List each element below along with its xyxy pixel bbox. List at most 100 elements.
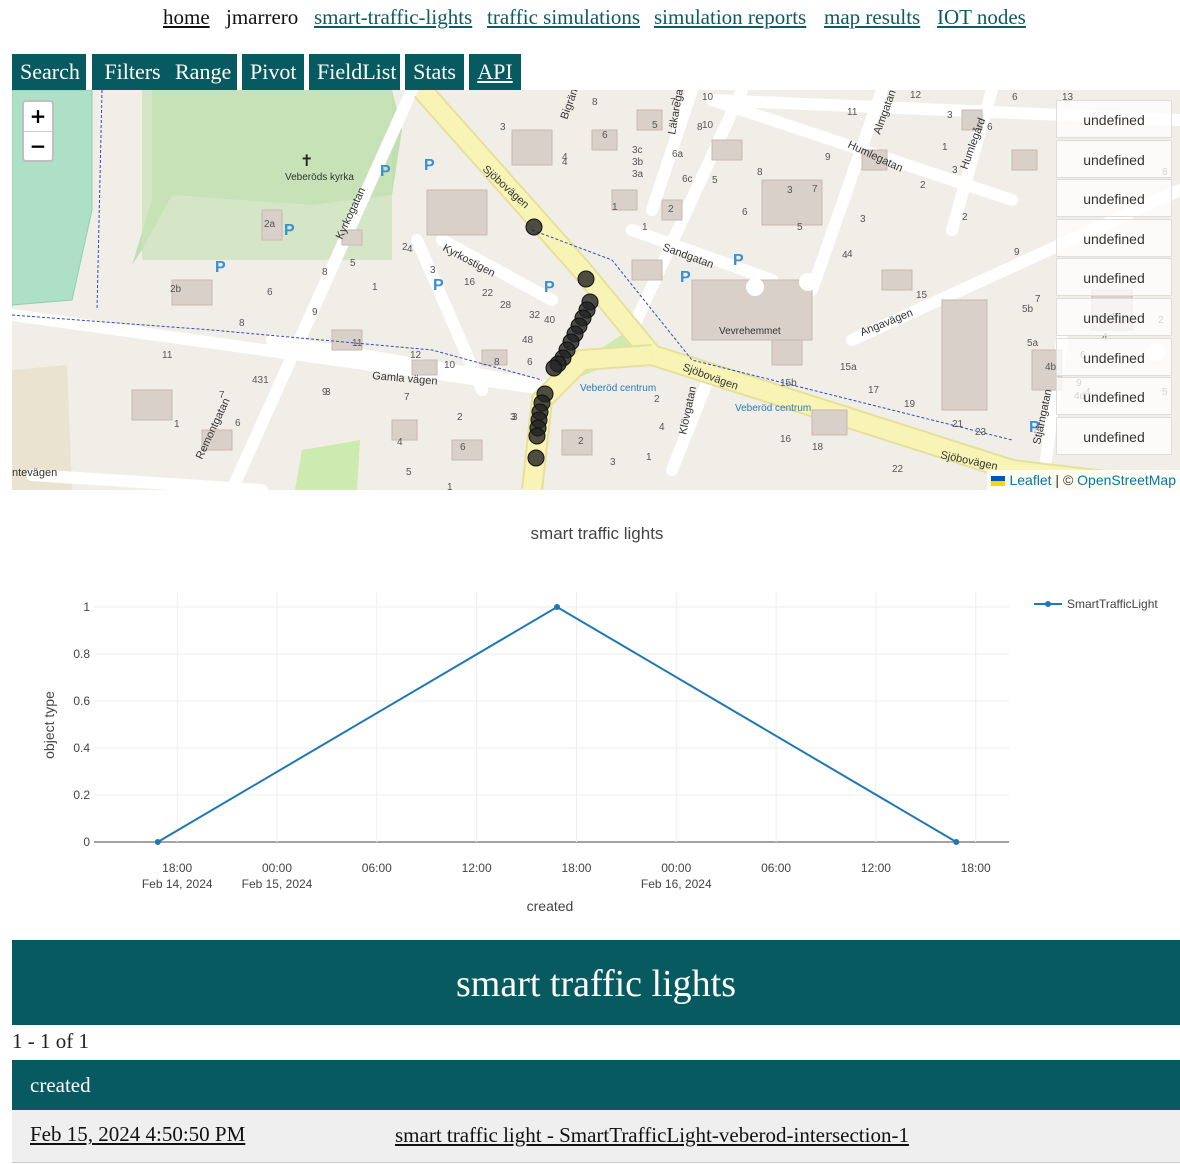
svg-text:P: P: [433, 277, 444, 294]
map-house-number: 5: [712, 175, 718, 186]
zoom-control: + −: [22, 100, 54, 162]
map-house-number: 3: [610, 457, 616, 468]
x-tick-date-label: Feb 14, 2024: [142, 877, 213, 891]
map-legend-item[interactable]: undefined: [1056, 100, 1172, 138]
table-header-created[interactable]: created: [12, 1060, 1180, 1110]
series-line: [157, 605, 957, 843]
map-house-number: 6: [602, 130, 608, 141]
map-house-number: 8: [494, 357, 500, 368]
svg-text:Vevrehemmet: Vevrehemmet: [719, 326, 781, 337]
map-house-number: 9: [1014, 247, 1020, 258]
map-legend-item[interactable]: undefined: [1056, 258, 1172, 297]
created-link[interactable]: Feb 15, 2024 4:50:50 PM: [30, 1122, 245, 1147]
nav-link-traffic-simulations[interactable]: traffic simulations: [487, 5, 640, 30]
map-house-number: 2a: [264, 219, 276, 230]
nav-link-map-results[interactable]: map results: [824, 5, 920, 30]
map-house-number: 7: [404, 392, 410, 403]
section-title: smart traffic lights: [12, 940, 1180, 1025]
svg-text:Angavägen: Angavägen: [859, 307, 915, 339]
y-tick-label: 0.2: [73, 788, 90, 802]
map-house-number: 2: [457, 412, 463, 423]
table-row: Feb 15, 2024 4:50:50 PM smart traffic li…: [12, 1110, 1180, 1163]
map-house-number: 4: [397, 437, 403, 448]
map-legend-item[interactable]: undefined: [1056, 139, 1172, 178]
x-tick-label: 12:00: [861, 861, 891, 875]
map-legend-item[interactable]: undefined: [1056, 179, 1172, 218]
svg-text:P: P: [424, 157, 435, 174]
svg-text:Veberöd centrum: Veberöd centrum: [735, 403, 811, 414]
map-house-number: 22: [482, 288, 494, 299]
pivot-button[interactable]: Pivot: [242, 54, 304, 90]
nav-link-iot-nodes[interactable]: IOT nodes: [937, 5, 1026, 30]
map-house-number: 5: [797, 222, 803, 233]
map-house-number: 16: [780, 434, 792, 445]
nav-user: jmarrero: [226, 5, 299, 29]
fieldlist-button[interactable]: FieldList: [309, 54, 400, 90]
map-house-number: 11: [352, 338, 363, 349]
search-button[interactable]: Search: [12, 54, 86, 90]
nav-link-simulation-reports[interactable]: simulation reports: [654, 5, 806, 30]
map-house-number: 3b: [632, 157, 644, 168]
map-legend-item[interactable]: undefined: [1056, 218, 1172, 257]
map-house-number: 3a: [632, 169, 644, 180]
map-house-number: 5: [350, 258, 356, 269]
map-house-number: 12: [910, 90, 922, 101]
map-house-number: 8: [592, 97, 598, 108]
pager: 1 - 1 of 1: [12, 1029, 89, 1053]
openstreetmap-link[interactable]: OpenStreetMap: [1077, 472, 1176, 488]
map-house-number: 40: [544, 315, 556, 326]
leaflet-link[interactable]: Leaflet: [1009, 472, 1051, 488]
map-house-number: 12: [410, 350, 422, 361]
map-house-number: 8: [322, 267, 328, 278]
zoom-in-button[interactable]: +: [24, 102, 52, 131]
nav-home-link[interactable]: home: [163, 5, 210, 30]
map-house-number: 6: [742, 207, 748, 218]
filters-button[interactable]: Filters: [92, 54, 173, 90]
map-house-number: 6c: [682, 174, 693, 185]
map-attribution: Leaflet | © OpenStreetMap: [987, 470, 1180, 490]
map-house-number: 9: [825, 152, 831, 163]
data-point: [554, 604, 561, 610]
map-house-number: 4: [407, 244, 413, 255]
map-house-number: 3: [947, 110, 953, 121]
map-legend-item[interactable]: undefined: [1056, 377, 1172, 416]
map-house-number: 15a: [840, 362, 857, 373]
x-tick-label: 00:00: [262, 861, 292, 875]
map-tiles: P PP PP P PPP Sjöbovägen Gamla vägen Kyrko…: [12, 90, 1180, 490]
map-house-number: 28: [500, 300, 512, 311]
record-link[interactable]: smart traffic light - SmartTrafficLight-…: [395, 1123, 909, 1148]
svg-text:Bigränd: Bigränd: [559, 90, 583, 121]
map-house-number: 7: [670, 97, 676, 108]
y-tick-label: 0.4: [73, 741, 90, 755]
nav-link-smart-traffic-lights[interactable]: smart-traffic-lights: [314, 5, 472, 30]
map-legend-item[interactable]: undefined: [1056, 337, 1172, 376]
y-tick-label: 0: [83, 835, 90, 849]
map-legend-item[interactable]: undefined: [1056, 297, 1172, 336]
map-house-number: 6a: [672, 149, 684, 160]
map-house-number: 3: [430, 265, 436, 276]
chart: smart traffic lights 0 0.2 0.4 0.6 0.8 1 18:00 F…: [12, 500, 1180, 930]
svg-text:P: P: [680, 269, 691, 286]
map-house-number: 9: [312, 307, 318, 318]
map-house-number: 2: [654, 394, 660, 405]
x-tick-label: 00:00: [661, 861, 691, 875]
map-house-number: 22: [892, 464, 904, 475]
x-axis-label: created: [527, 898, 574, 914]
x-tick-label: 06:00: [761, 861, 791, 875]
map-house-number: 1: [174, 419, 180, 430]
map-house-number: 3: [952, 165, 958, 176]
range-button[interactable]: Range: [167, 54, 237, 90]
church-icon: ✝: [300, 153, 313, 170]
map-house-number: 6: [460, 442, 466, 453]
api-button[interactable]: API: [469, 54, 521, 90]
map-house-number: 8: [239, 318, 245, 329]
map[interactable]: PPP PPP PPP Sjöbovägen Gamla vägen Kyrko…: [12, 90, 1180, 490]
y-tick-label: 0.8: [73, 647, 90, 661]
svg-text:Veberöd centrum: Veberöd centrum: [580, 383, 656, 394]
stats-button[interactable]: Stats: [405, 54, 464, 90]
map-house-number: 2: [578, 436, 584, 447]
map-house-number: 1: [447, 482, 453, 490]
zoom-out-button[interactable]: −: [24, 131, 52, 161]
map-legend-item[interactable]: undefined: [1056, 416, 1172, 455]
map-house-number: 17: [868, 385, 880, 396]
